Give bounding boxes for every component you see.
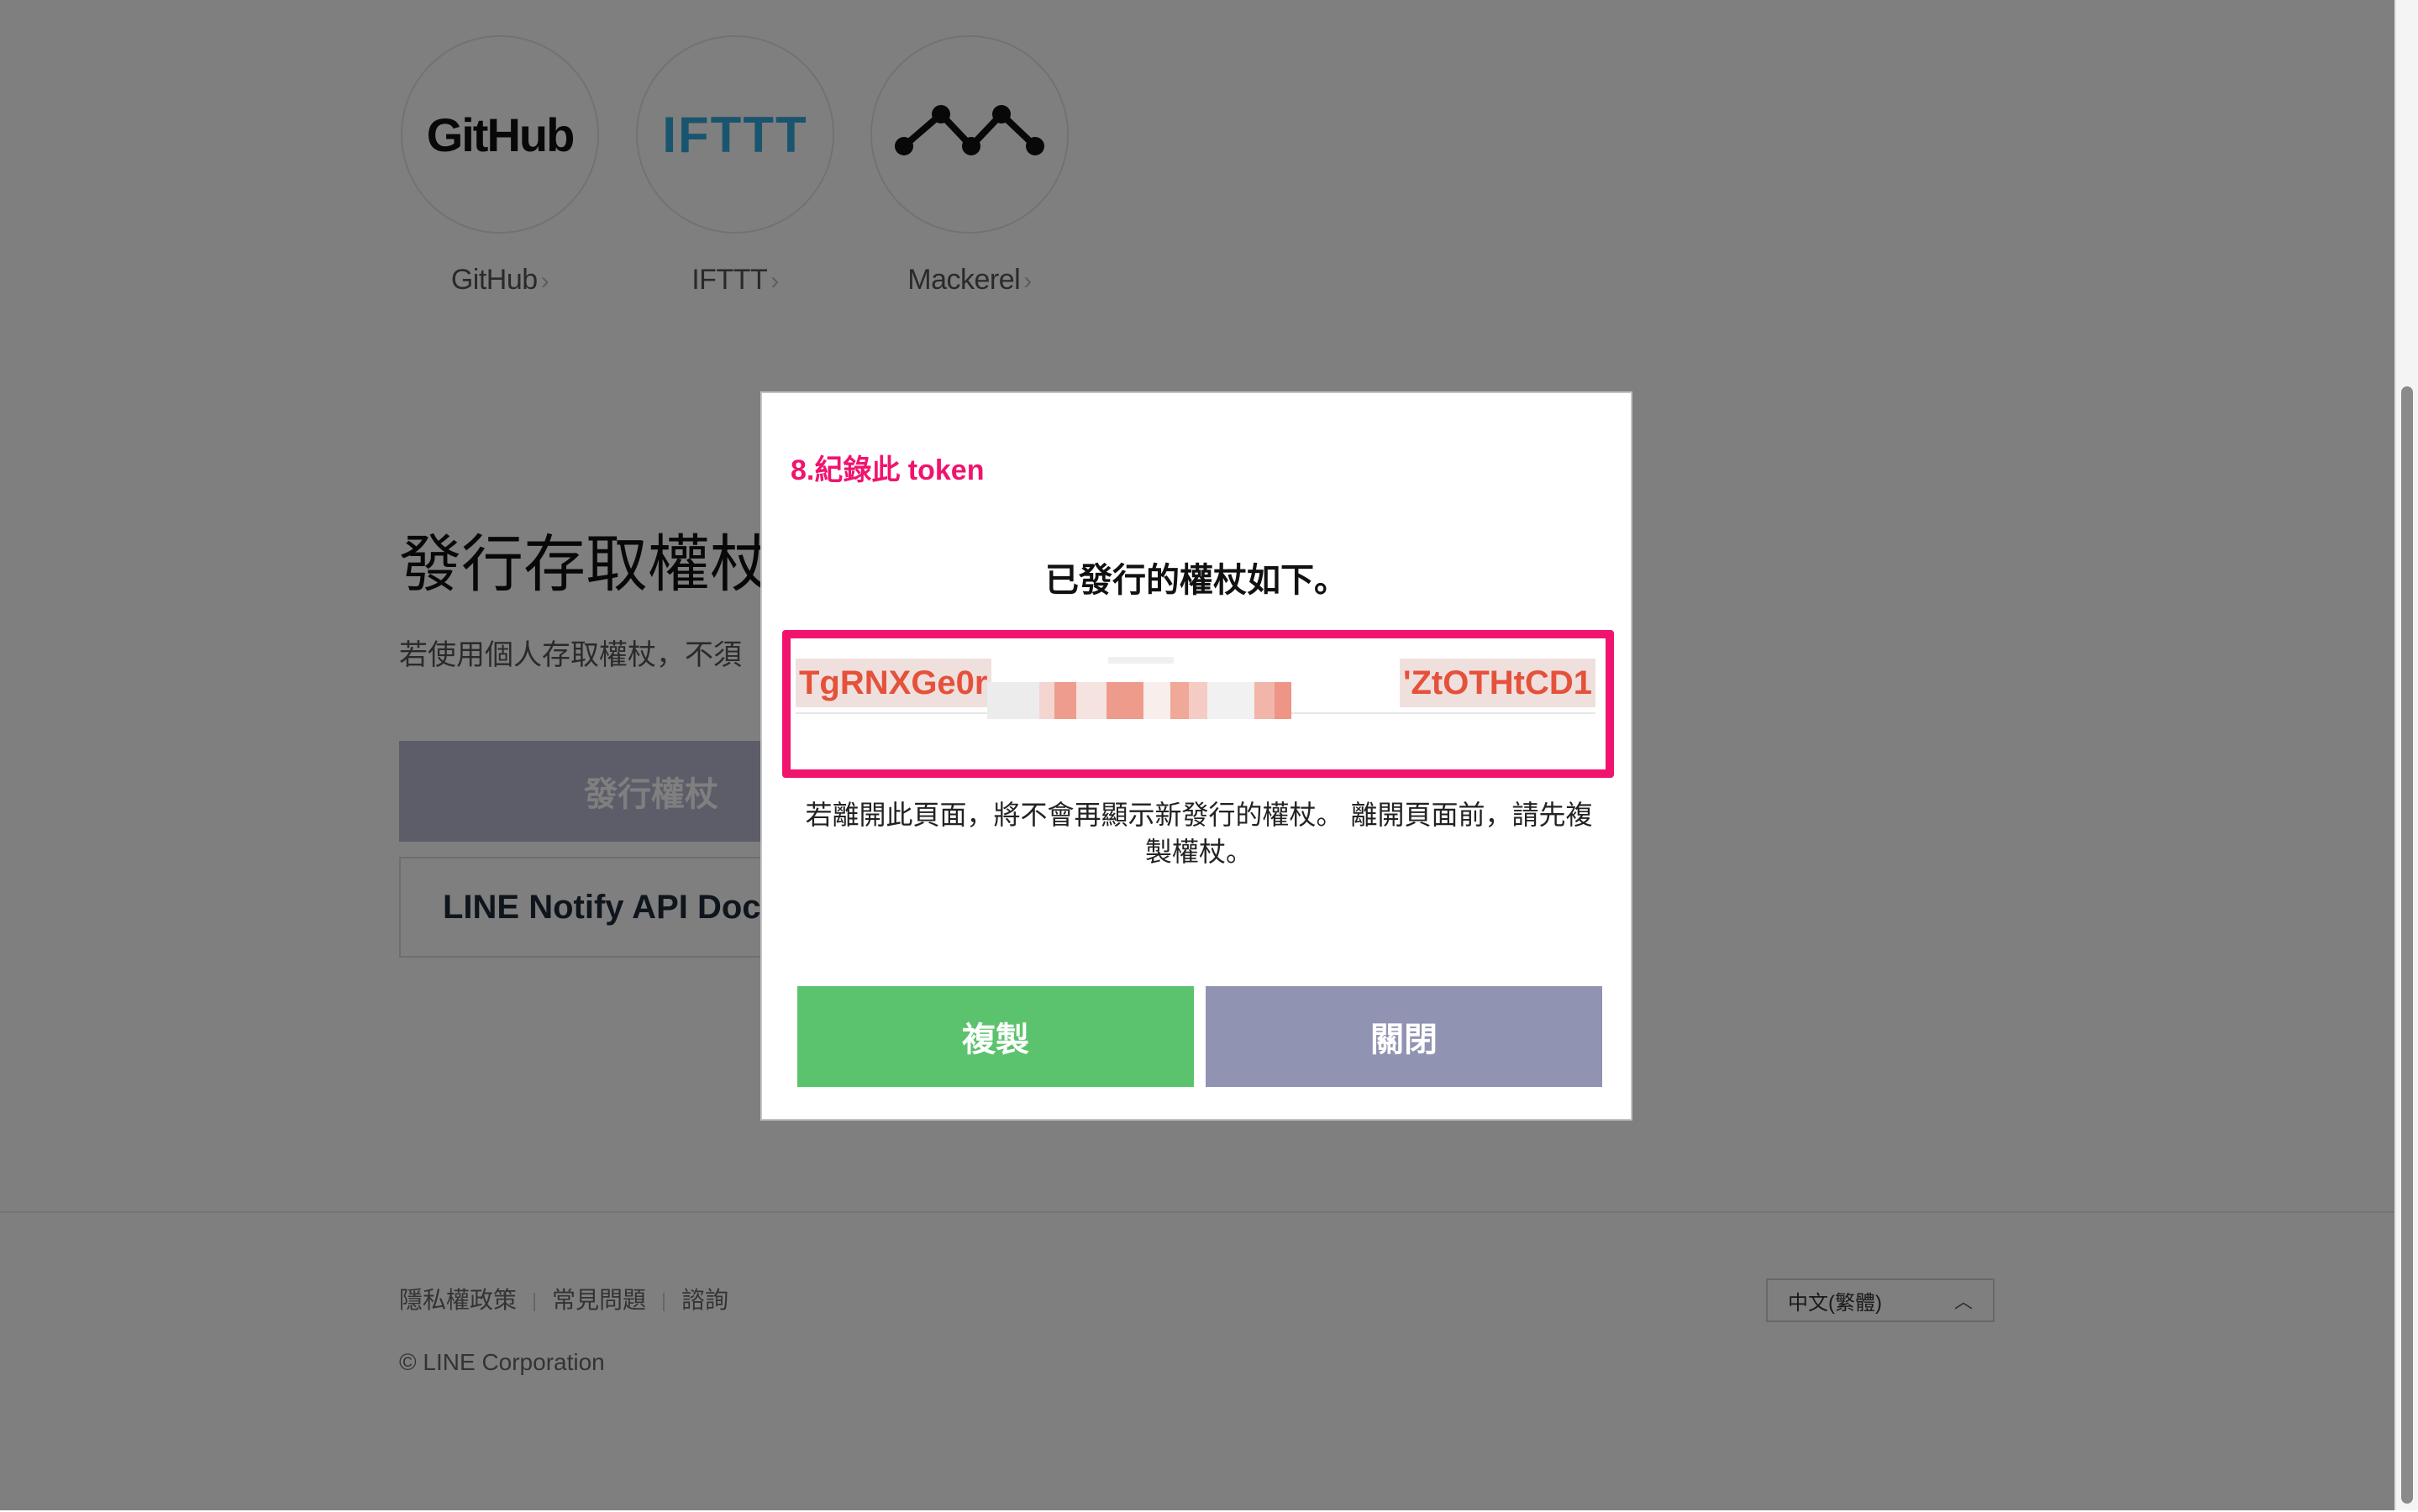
close-button[interactable]: 關閉 [1206,986,1602,1087]
token-redaction-mosaic [987,657,1365,734]
dialog-warning-text: 若離開此頁面，將不會再顯示新發行的權杖。 離開頁面前，請先複製權杖。 [805,800,1593,867]
token-issued-dialog: 8.紀錄此 token 已發行的權杖如下。 TgRNXGe0r 'ZtOTHtC… [760,391,1632,1121]
scrollbar-thumb[interactable] [2401,386,2413,1504]
tutorial-annotation: 8.紀錄此 token [791,454,985,486]
token-visible-end: 'ZtOTHtCD1 [1399,659,1595,707]
token-field[interactable]: TgRNXGe0r 'ZtOTHtCD1 [796,657,1595,719]
copy-button[interactable]: 複製 [797,986,1194,1087]
token-visible-start: TgRNXGe0r [796,659,991,707]
dialog-title: 已發行的權杖如下。 [1045,562,1348,599]
scrollbar[interactable] [2394,0,2418,1510]
